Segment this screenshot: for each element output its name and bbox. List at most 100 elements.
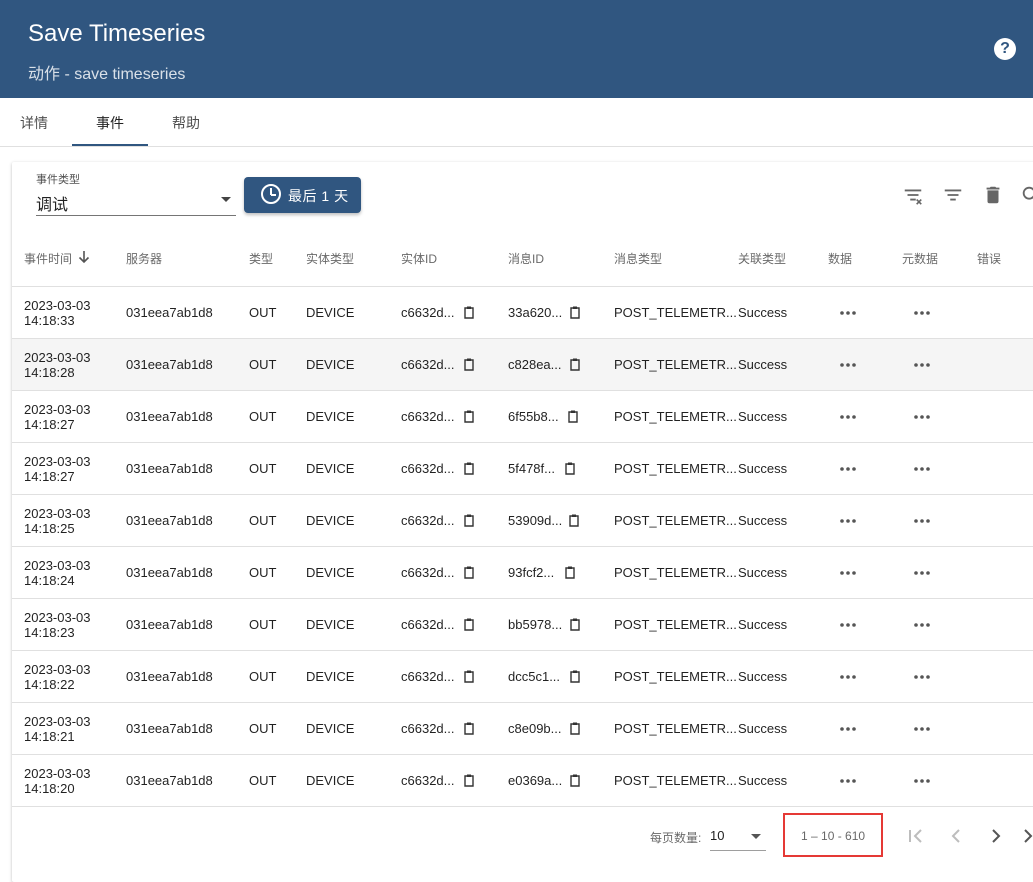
clock-icon <box>261 184 281 204</box>
cell-server: 031eea7ab1d8 <box>126 617 213 632</box>
last-page-icon[interactable] <box>1022 826 1033 846</box>
copy-entity-id-icon[interactable] <box>463 461 475 475</box>
tab-details[interactable]: 详情 <box>0 98 68 146</box>
more-metadata-icon[interactable] <box>913 467 931 471</box>
sort-arrow-down-icon[interactable] <box>78 250 90 264</box>
more-data-icon[interactable] <box>839 363 857 367</box>
table-row[interactable]: 2023-03-03 14:18:21 031eea7ab1d8 OUT DEVICE c… <box>12 702 1033 754</box>
cell-relation-type: Success <box>738 409 788 424</box>
more-metadata-icon[interactable] <box>913 571 931 575</box>
table-row[interactable]: 2023-03-03 14:18:27 031eea7ab1d8 OUT DEVICE c… <box>12 390 1033 442</box>
help-icon[interactable]: ? <box>994 38 1016 60</box>
cell-type: OUT <box>249 409 277 424</box>
cell-message-type: POST_TELEMETR... <box>614 617 737 632</box>
more-metadata-icon[interactable] <box>913 623 931 627</box>
cell-entity-type: DEVICE <box>306 357 355 372</box>
copy-message-id-icon[interactable] <box>569 617 581 631</box>
more-data-icon[interactable] <box>839 519 857 523</box>
tab-help[interactable]: 帮助 <box>148 98 224 146</box>
more-metadata-icon[interactable] <box>913 415 931 419</box>
more-data-icon[interactable] <box>839 779 857 783</box>
copy-message-id-icon[interactable] <box>564 565 576 579</box>
tab-events[interactable]: 事件 <box>72 98 148 146</box>
cell-relation-type: Success <box>738 305 788 320</box>
copy-entity-id-icon[interactable] <box>463 357 475 371</box>
col-header-message-id: 消息ID <box>508 252 545 266</box>
more-metadata-icon[interactable] <box>913 675 931 679</box>
table-row[interactable]: 2023-03-03 14:18:33 031eea7ab1d8 OUT DEVICE c… <box>12 286 1033 338</box>
copy-entity-id-icon[interactable] <box>463 617 475 631</box>
more-data-icon[interactable] <box>839 675 857 679</box>
copy-message-id-icon[interactable] <box>567 409 579 423</box>
more-metadata-icon[interactable] <box>913 311 931 315</box>
copy-message-id-icon[interactable] <box>569 721 581 735</box>
more-data-icon[interactable] <box>839 467 857 471</box>
copy-entity-id-icon[interactable] <box>463 513 475 527</box>
copy-entity-id-icon[interactable] <box>463 669 475 683</box>
time-window-button[interactable]: 最后 1 天 <box>244 177 361 213</box>
page-range: 1 – 10 - 610 <box>801 829 866 843</box>
table-row[interactable]: 2023-03-03 14:18:24 031eea7ab1d8 OUT DEVICE c… <box>12 546 1033 598</box>
cell-server: 031eea7ab1d8 <box>126 513 213 528</box>
event-time: 14:18:24 <box>24 573 75 588</box>
more-metadata-icon[interactable] <box>913 363 931 367</box>
event-date: 2023-03-03 <box>24 350 91 365</box>
page-size-dropdown-icon[interactable] <box>751 834 761 839</box>
previous-page-icon[interactable] <box>946 826 966 846</box>
col-header-event-time[interactable]: 事件时间 <box>24 250 72 267</box>
copy-message-id-icon[interactable] <box>569 305 581 319</box>
next-page-icon[interactable] <box>986 826 1006 846</box>
first-page-icon[interactable] <box>906 826 926 846</box>
cell-entity-id: c6632d... <box>401 461 455 476</box>
more-data-icon[interactable] <box>839 311 857 315</box>
cell-message-id: 93fcf2... <box>508 565 555 580</box>
table-row[interactable]: 2023-03-03 14:18:27 031eea7ab1d8 OUT DEVICE c… <box>12 442 1033 494</box>
table-row[interactable]: 2023-03-03 14:18:20 031eea7ab1d8 OUT DEVICE c… <box>12 754 1033 806</box>
cell-relation-type: Success <box>738 669 788 684</box>
table-row[interactable]: 2023-03-03 14:18:23 031eea7ab1d8 OUT DEVICE c… <box>12 598 1033 650</box>
cell-message-id: 33a620... <box>508 305 563 320</box>
search-icon[interactable] <box>1020 184 1033 206</box>
dropdown-arrow-icon[interactable] <box>221 197 231 202</box>
event-date: 2023-03-03 <box>24 298 91 313</box>
copy-message-id-icon[interactable] <box>569 773 581 787</box>
copy-entity-id-icon[interactable] <box>463 409 475 423</box>
table-row[interactable]: 2023-03-03 14:18:28 031eea7ab1d8 OUT DEVICE c… <box>12 338 1033 390</box>
cell-message-type: POST_TELEMETR... <box>614 773 737 788</box>
cell-entity-type: DEVICE <box>306 513 355 528</box>
cell-entity-id: c6632d... <box>401 617 455 632</box>
copy-entity-id-icon[interactable] <box>463 773 475 787</box>
event-date: 2023-03-03 <box>24 402 91 417</box>
event-date: 2023-03-03 <box>24 766 91 781</box>
col-header-entity-type: 实体类型 <box>306 252 355 266</box>
more-data-icon[interactable] <box>839 571 857 575</box>
more-data-icon[interactable] <box>839 623 857 627</box>
copy-entity-id-icon[interactable] <box>463 305 475 319</box>
more-metadata-icon[interactable] <box>913 779 931 783</box>
more-data-icon[interactable] <box>839 727 857 731</box>
filter-icon[interactable] <box>942 184 964 206</box>
cell-event-time: 2023-03-03 14:18:21 <box>24 714 91 744</box>
cell-message-type: POST_TELEMETR... <box>614 565 737 580</box>
clear-filter-icon[interactable] <box>902 184 924 206</box>
event-time: 14:18:22 <box>24 677 75 692</box>
event-type-select[interactable]: 调试 <box>36 191 68 215</box>
cell-message-type: POST_TELEMETR... <box>614 409 737 424</box>
table-row[interactable]: 2023-03-03 14:18:22 031eea7ab1d8 OUT DEVICE c… <box>12 650 1033 702</box>
copy-message-id-icon[interactable] <box>569 357 581 371</box>
more-data-icon[interactable] <box>839 415 857 419</box>
copy-message-id-icon[interactable] <box>569 669 581 683</box>
copy-entity-id-icon[interactable] <box>463 565 475 579</box>
copy-entity-id-icon[interactable] <box>463 721 475 735</box>
delete-icon[interactable] <box>982 184 1004 206</box>
more-metadata-icon[interactable] <box>913 727 931 731</box>
cell-entity-id: c6632d... <box>401 773 455 788</box>
table-row[interactable]: 2023-03-03 14:18:25 031eea7ab1d8 OUT DEVICE c… <box>12 494 1033 546</box>
more-metadata-icon[interactable] <box>913 519 931 523</box>
cell-entity-id: c6632d... <box>401 721 455 736</box>
copy-message-id-icon[interactable] <box>568 513 580 527</box>
cell-event-time: 2023-03-03 14:18:22 <box>24 662 91 692</box>
page-size-select[interactable]: 10 <box>710 828 724 843</box>
copy-message-id-icon[interactable] <box>564 461 576 475</box>
cell-entity-id: c6632d... <box>401 409 455 424</box>
